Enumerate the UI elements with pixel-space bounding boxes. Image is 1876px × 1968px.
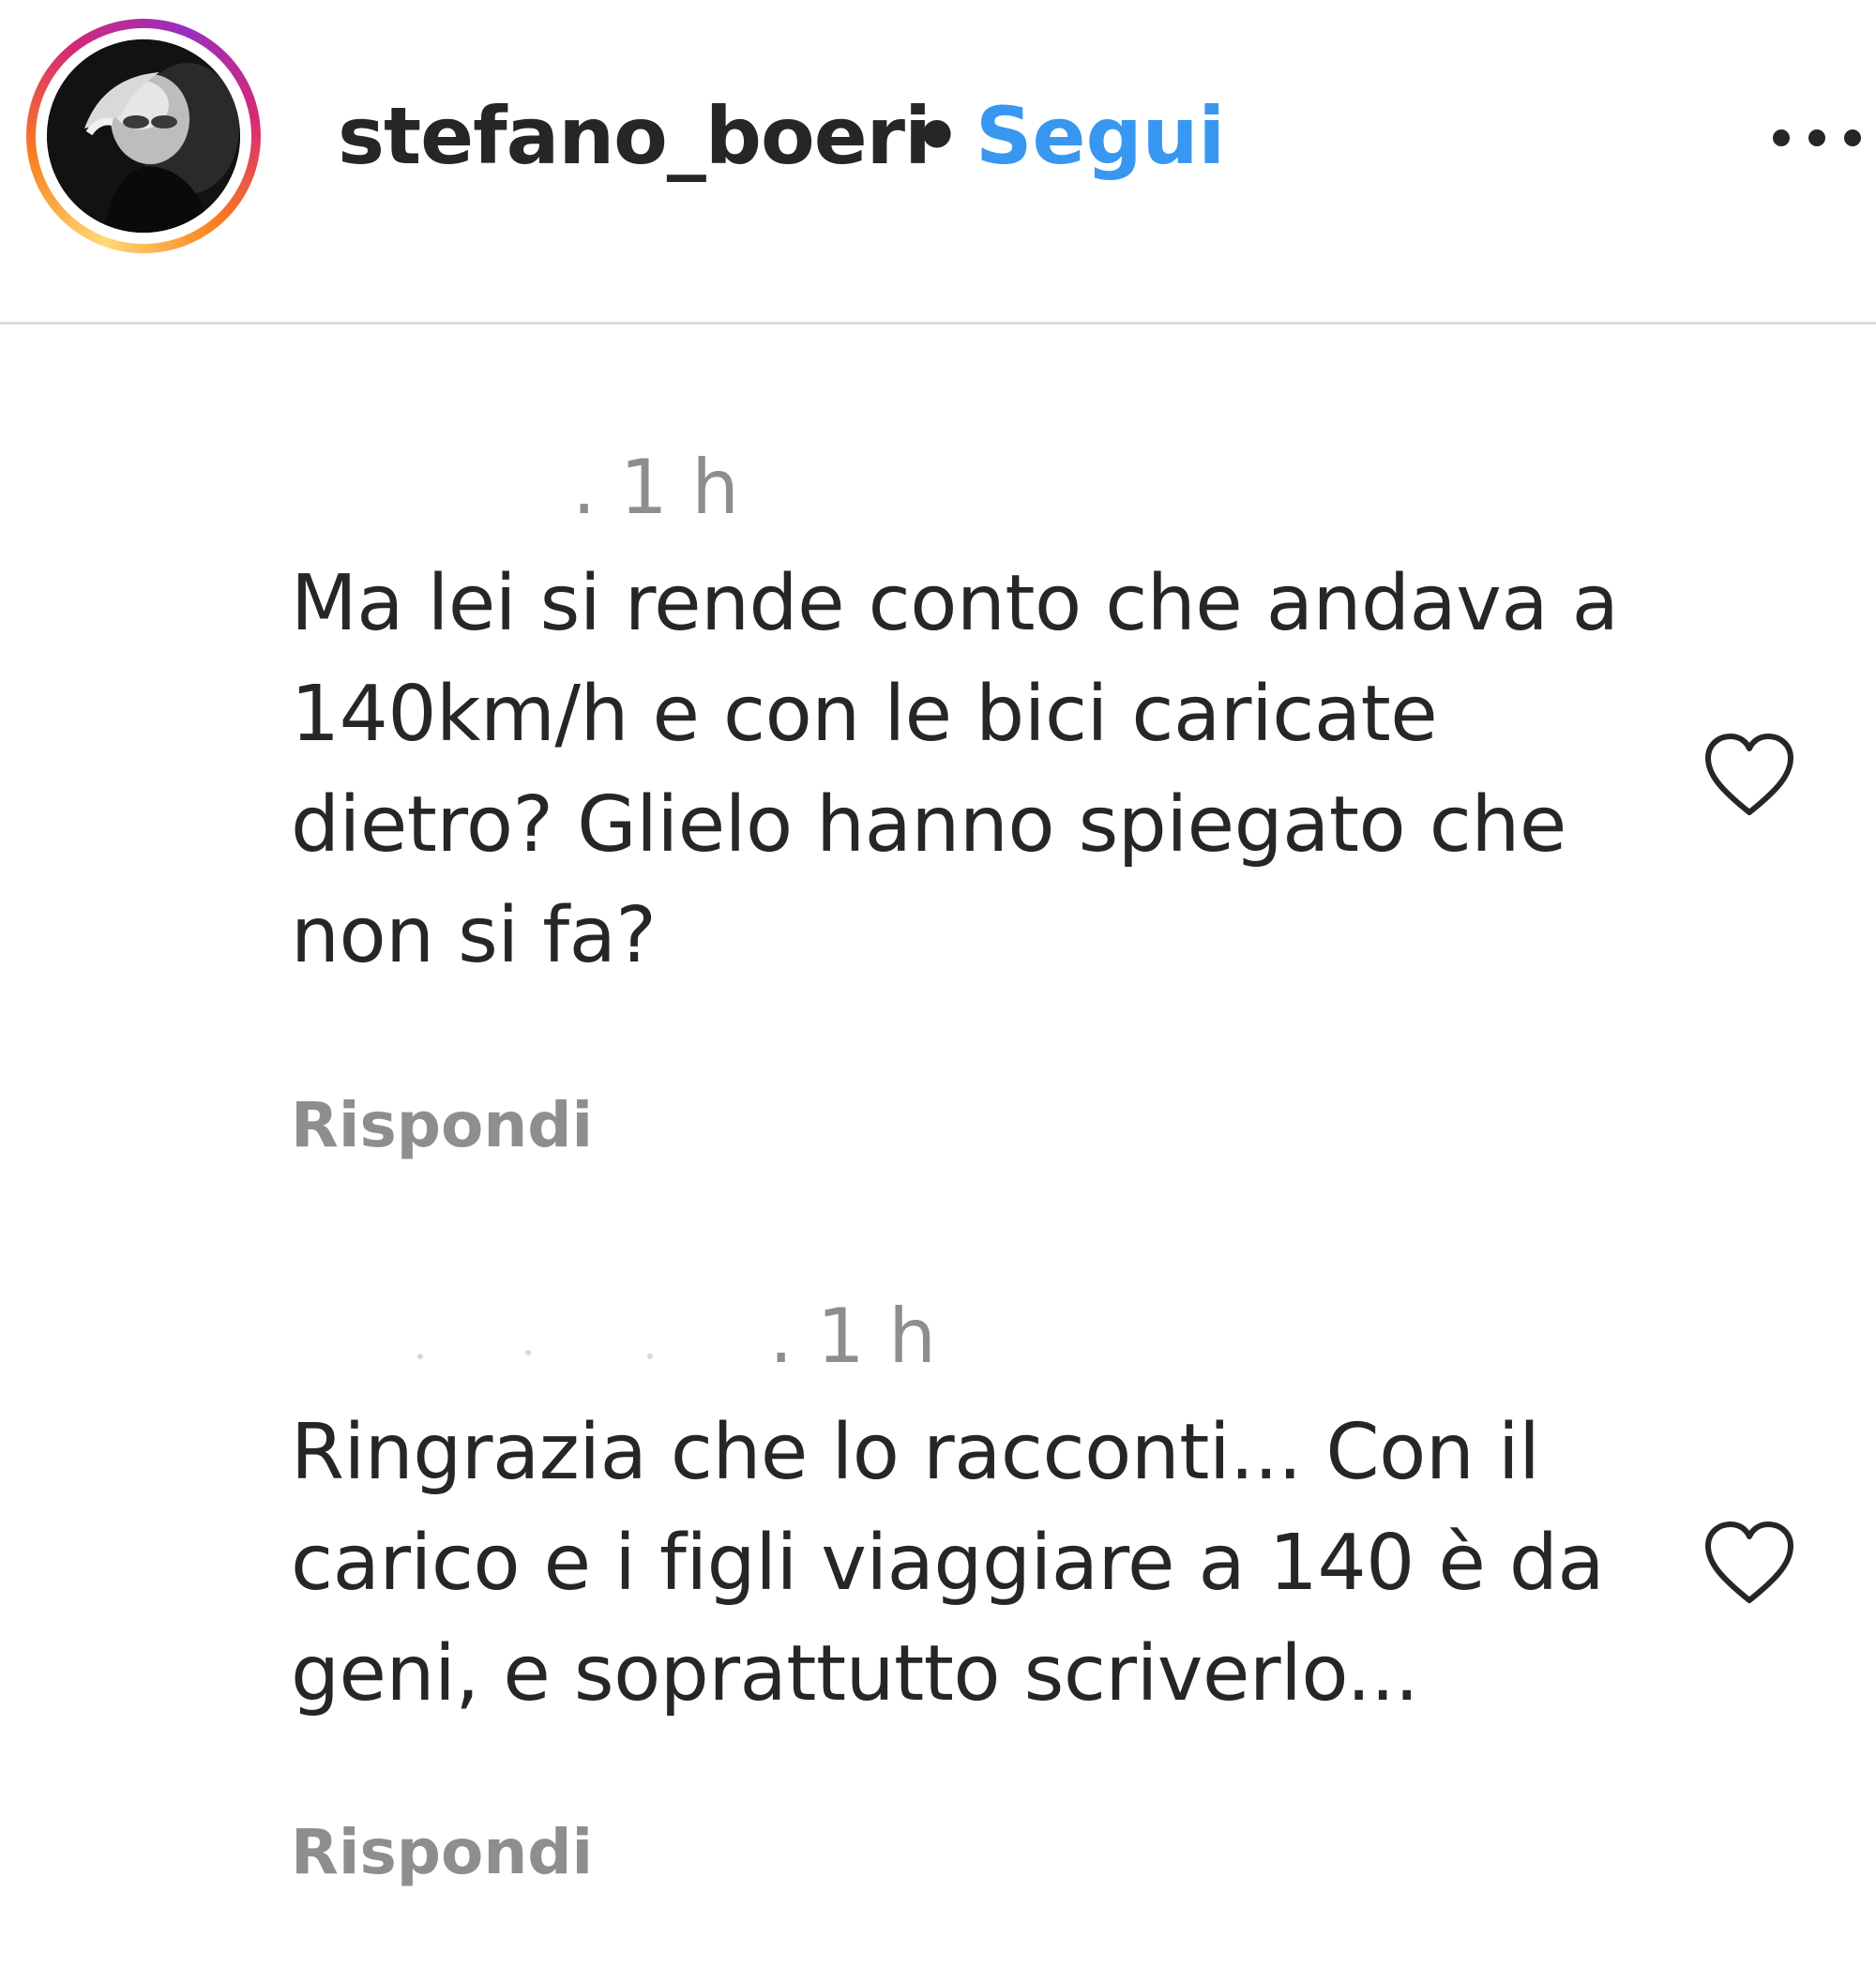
comment-meta: . 1 h xyxy=(0,441,1313,535)
redacted-username xyxy=(291,497,572,501)
comment-timestamp: . 1 h xyxy=(572,444,739,531)
story-ring[interactable] xyxy=(26,19,261,253)
comment-item: . 1 h Ma lei si rende conto che andava a… xyxy=(0,441,1876,1161)
profile-photo xyxy=(47,39,240,233)
redacted-username xyxy=(291,1346,779,1359)
separator-dot: • xyxy=(912,90,962,182)
reply-button[interactable]: Rispondi xyxy=(291,1088,593,1163)
more-dot xyxy=(1773,129,1790,146)
heart-icon[interactable] xyxy=(1702,732,1796,818)
comment-text: Ringrazia che lo racconti... Con il cari… xyxy=(291,1408,1605,1718)
reply-button[interactable]: Rispondi xyxy=(291,1815,593,1890)
username-link[interactable]: stefano_boeri xyxy=(338,89,931,183)
more-dot xyxy=(1844,129,1861,146)
follow-button[interactable]: Segui xyxy=(976,89,1225,183)
more-dot xyxy=(1808,129,1825,146)
heart-icon[interactable] xyxy=(1702,1520,1796,1606)
comment-meta: . 1 h xyxy=(0,1290,1313,1384)
more-options-icon[interactable] xyxy=(1773,113,1876,159)
comment-timestamp: . 1 h xyxy=(769,1293,936,1380)
comment-text: Ma lei si rende conto che andava a 140km… xyxy=(291,559,1619,980)
post-header: stefano_boeri • Segui xyxy=(0,0,1876,325)
avatar[interactable] xyxy=(47,39,240,233)
comment-item: . 1 h Ringrazia che lo racconti... Con i… xyxy=(0,1290,1876,1888)
